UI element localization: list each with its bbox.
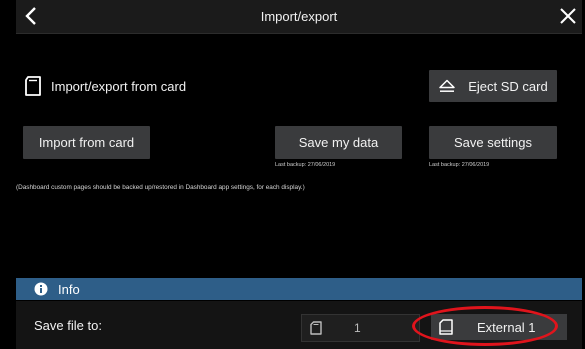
- save-settings-last-backup: Last backup: 27/06/2019: [429, 162, 490, 168]
- info-label: Info: [58, 281, 80, 297]
- highlight-annotation: [412, 306, 558, 346]
- page-title: Import/export: [260, 9, 338, 24]
- save-location-internal-label: 1: [354, 321, 361, 335]
- section-label: Import/export from card: [51, 78, 187, 94]
- title-bar: Import/export: [16, 0, 582, 34]
- close-icon[interactable]: [558, 6, 578, 26]
- info-bar[interactable]: Info: [16, 278, 582, 300]
- save-location-internal-option[interactable]: 1: [301, 314, 420, 342]
- sd-card-icon: [25, 76, 41, 96]
- save-my-data-button[interactable]: Save my data: [275, 126, 402, 159]
- eject-sd-card-button[interactable]: Eject SD card: [429, 70, 557, 102]
- eject-icon: [439, 79, 455, 92]
- save-settings-button[interactable]: Save settings: [429, 126, 557, 159]
- import-from-card-button[interactable]: Import from card: [23, 126, 150, 159]
- save-file-to-label: Save file to:: [34, 318, 102, 333]
- import-export-section: Import/export from card: [23, 74, 186, 98]
- save-data-last-backup: Last backup: 27/06/2019: [275, 162, 336, 168]
- app-screen: Import/export Import/export from card Ej…: [0, 0, 585, 349]
- card-icon: [310, 321, 322, 335]
- info-icon: [34, 282, 48, 296]
- dashboard-hint-text: (Dashboard custom pages should be backed…: [16, 184, 305, 191]
- eject-sd-card-label: Eject SD card: [468, 78, 548, 94]
